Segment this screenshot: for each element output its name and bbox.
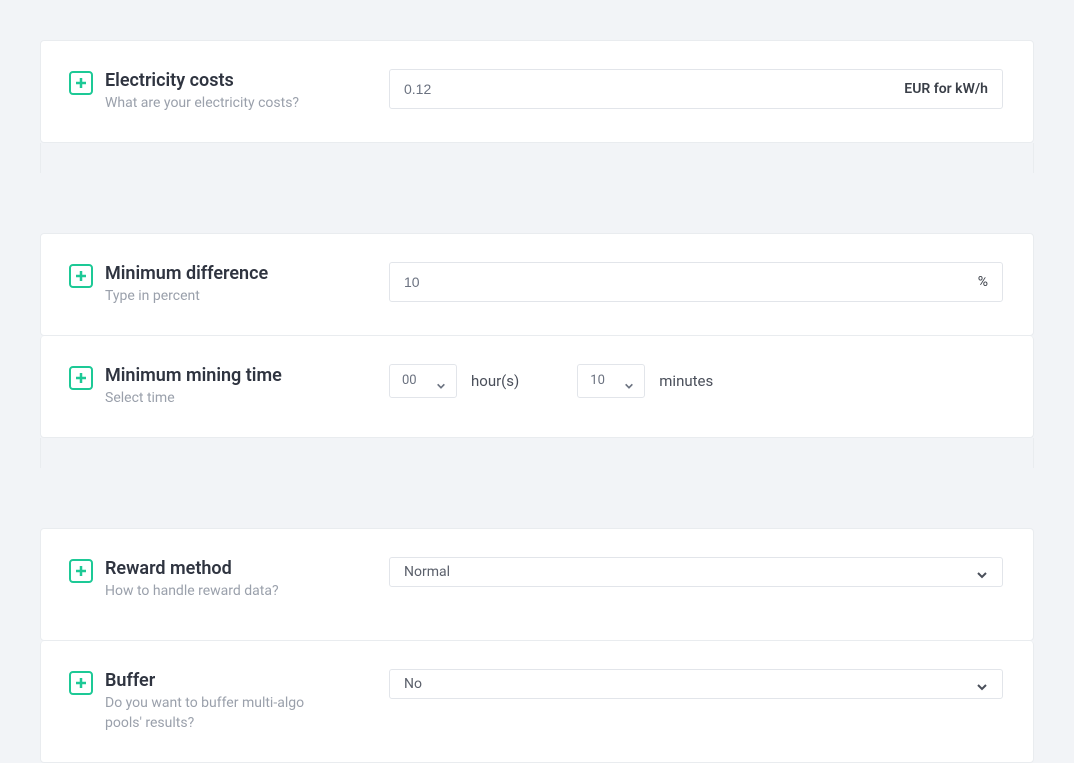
minutes-label: minutes (659, 372, 713, 390)
reward-method-select[interactable]: Normal (389, 557, 1003, 587)
electricity-unit: EUR for kW/h (904, 81, 988, 97)
electricity-input-group: EUR for kW/h (389, 69, 1003, 109)
min-diff-unit: % (978, 274, 988, 290)
min-time-subtitle: Select time (105, 389, 282, 409)
buffer-label: Buffer Do you want to buffer multi-algo … (69, 669, 389, 734)
min-diff-input[interactable] (404, 263, 968, 301)
reward-subtitle: How to handle reward data? (105, 582, 279, 602)
hours-label: hour(s) (471, 372, 519, 390)
electricity-costs-label: Electricity costs What are your electric… (69, 69, 389, 114)
plus-icon[interactable] (69, 71, 93, 95)
chevron-down-icon (624, 376, 634, 386)
buffer-value: No (404, 676, 422, 692)
minimum-mining-time-row: Minimum mining time Select time 00 hour(… (40, 336, 1034, 438)
min-diff-subtitle: Type in percent (105, 287, 268, 307)
minimum-difference-row: Minimum difference Type in percent % (40, 233, 1034, 336)
min-diff-title: Minimum difference (105, 262, 268, 285)
electricity-cost-input[interactable] (404, 70, 894, 108)
minimum-mining-time-label: Minimum mining time Select time (69, 364, 389, 409)
buffer-row: Buffer Do you want to buffer multi-algo … (40, 641, 1034, 763)
buffer-subtitle: Do you want to buffer multi-algo pools' … (105, 694, 335, 733)
reward-method-label: Reward method How to handle reward data? (69, 557, 389, 602)
plus-icon[interactable] (69, 366, 93, 390)
reward-title: Reward method (105, 557, 279, 580)
min-time-title: Minimum mining time (105, 364, 282, 387)
buffer-select[interactable]: No (389, 669, 1003, 699)
chevron-down-icon (976, 678, 988, 690)
chevron-down-icon (976, 566, 988, 578)
minimum-difference-label: Minimum difference Type in percent (69, 262, 389, 307)
min-diff-input-group: % (389, 262, 1003, 302)
plus-icon[interactable] (69, 559, 93, 583)
reward-value: Normal (404, 564, 450, 580)
chevron-down-icon (436, 376, 446, 386)
divider (40, 438, 1034, 468)
hours-select[interactable]: 00 (389, 364, 457, 398)
electricity-subtitle: What are your electricity costs? (105, 94, 299, 114)
reward-method-row: Reward method How to handle reward data?… (40, 528, 1034, 641)
minutes-select[interactable]: 10 (577, 364, 645, 398)
hours-value: 00 (402, 373, 417, 388)
plus-icon[interactable] (69, 671, 93, 695)
minutes-value: 10 (590, 373, 605, 388)
plus-icon[interactable] (69, 264, 93, 288)
electricity-title: Electricity costs (105, 69, 299, 92)
divider (40, 143, 1034, 173)
buffer-title: Buffer (105, 669, 335, 692)
electricity-costs-row: Electricity costs What are your electric… (40, 40, 1034, 143)
